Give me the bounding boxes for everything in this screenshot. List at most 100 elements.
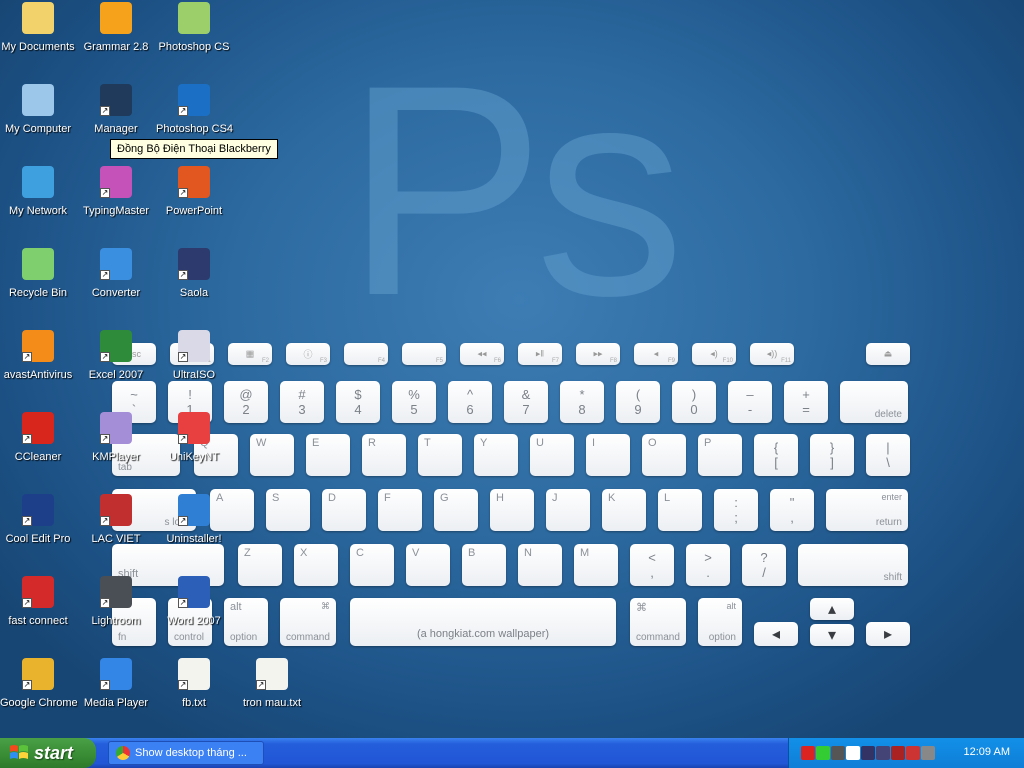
desktop-icon-label: Recycle Bin [8,287,68,299]
shortcut-arrow-icon: ↗ [22,680,32,690]
letter-key: U [530,434,574,476]
desktop-icon-tron-mau-txt[interactable]: ↗ tron mau.txt [234,658,310,710]
desktop-icon-label: fb.txt [182,697,206,709]
desktop-icon-fb-txt[interactable]: ↗ fb.txt [156,658,232,710]
symbol-key: ? / [742,544,786,586]
desktop-icon-my-computer[interactable]: My Computer [0,84,76,136]
desktop-icon-my-network[interactable]: My Network [0,166,76,218]
desktop-icon-lightroom[interactable]: ↗ Lightroom [78,576,154,628]
tray-icon[interactable] [861,746,875,760]
arrow-up-icon: ▴ [827,601,837,618]
shortcut-arrow-icon: ↗ [178,106,188,116]
desktop-icon-label: CCleaner [14,451,62,463]
key-top-char: } [829,440,835,455]
key-letter: I [592,437,596,449]
number-key: (9 [616,381,660,423]
desktop-icon-label: Uninstaller! [166,533,222,545]
tray-icon[interactable] [846,746,860,760]
desktop-icon-manager[interactable]: ↗ Manager [78,84,154,136]
desktop-icon-photoshop-cs4[interactable]: ↗ Photoshop CS4 [156,84,233,136]
function-key: ◂ F9 [634,343,678,365]
desktop-icon-cool-edit-pro[interactable]: ↗ Cool Edit Pro [0,494,76,546]
chrome-icon [116,746,130,760]
desktop-icon-fast-connect[interactable]: ↗ fast connect [0,576,76,628]
desktop-icon-typingmaster[interactable]: ↗ TypingMaster [78,166,154,218]
kmplayer-icon: ↗ [100,412,132,444]
tray-icon[interactable] [891,746,905,760]
delete-label: delete [874,409,902,420]
key-top-char: $ [354,387,362,402]
key-top-char: * [579,387,585,402]
start-button[interactable]: start [0,738,96,768]
desktop-icon-label: UniKeyNT [168,451,220,463]
desktop-icon-ccleaner[interactable]: ↗ CCleaner [0,412,76,464]
shortcut-arrow-icon: ↗ [22,352,32,362]
desktop-icon-label: fast connect [8,615,68,627]
key-bottom-char: ] [830,455,834,470]
desktop-icon-converter[interactable]: ↗ Converter [78,248,154,300]
desktop-icon-google-chrome[interactable]: ↗ Google Chrome [0,658,78,710]
converter-icon: ↗ [100,248,132,280]
number-key: + = [784,381,828,423]
letter-key: I [586,434,630,476]
clock[interactable]: 12:09 AM [964,746,1010,758]
key-bottom-char: 6 [466,402,474,417]
desktop-icon-grammar-2-8[interactable]: Grammar 2.8 [78,2,154,54]
desktop-icon-uninstaller[interactable]: ↗ Uninstaller! [156,494,232,546]
desktop-icon-unikeynt[interactable]: ↗ UniKeyNT [156,412,232,464]
function-key: ◂)) F11 [750,343,794,365]
arrow-up-key: ▴ [810,598,854,620]
tray-icon[interactable] [906,746,920,760]
function-key: ▸▸ F8 [576,343,620,365]
key-letter: K [608,492,616,504]
function-key-number: F6 [493,358,501,364]
number-key: ) 0 [672,381,716,423]
key-top-char: " [789,495,795,510]
desktop-icon-label: Google Chrome [0,697,78,709]
key-top-char: – [746,387,754,402]
desktop-icon-my-documents[interactable]: My Documents [0,2,76,54]
tray-icon[interactable] [876,746,890,760]
key-letter: O [648,437,657,449]
desktop-icon-recycle-bin[interactable]: Recycle Bin [0,248,76,300]
command-label: command [286,632,330,643]
key-bottom-char: \ [886,455,890,470]
desktop-icon-saola[interactable]: ↗ Saola [156,248,232,300]
desktop-icon-photoshop-cs[interactable]: Photoshop CS [156,2,232,54]
desktop-icon-avastantivirus[interactable]: ↗ avastAntivirus [0,330,76,382]
tray-icon[interactable] [831,746,845,760]
taskbar-button-chrome[interactable]: Show desktop tháng ... [108,741,264,765]
desktop-icon-kmplayer[interactable]: ↗ KMPlayer [78,412,154,464]
desktop-icon-label: avastAntivirus [3,369,73,381]
arrow-right-key: ▸ [866,622,910,646]
desktop-icon-label: My Network [8,205,68,217]
shortcut-arrow-icon: ↗ [100,680,110,690]
tray-icon[interactable] [801,746,815,760]
tray-icon[interactable] [921,746,935,760]
alt-label: alt [726,601,736,611]
key-bottom-char: 5 [410,402,418,417]
key-letter: X [300,547,308,559]
desktop-icon-word-2007[interactable]: ↗ Word 2007 [156,576,232,628]
desktop-icon-label: Grammar 2.8 [83,41,149,53]
key-letter: G [440,492,449,504]
desktop-icon-lac-viet[interactable]: ↗ LAC VIET [78,494,154,546]
key-bottom-char: - [747,402,753,417]
symbol-key: {[ [754,434,798,476]
option-label: option [230,632,258,643]
desktop-icon-label: My Computer [4,123,72,135]
recycle-bin-icon [22,248,54,280]
desktop-icon-ultraiso[interactable]: ↗ UltraISO [156,330,232,382]
desktop-icon-powerpoint[interactable]: ↗ PowerPoint [156,166,232,218]
text-file-icon: ↗ [256,658,288,690]
letter-key: B [462,544,506,586]
desktop-icon-excel-2007[interactable]: ↗ Excel 2007 [78,330,154,382]
function-key-number: F8 [609,358,617,364]
desktop-icon-label: TypingMaster [82,205,150,217]
shortcut-arrow-icon: ↗ [256,680,266,690]
blackberry-icon: ↗ [100,84,132,116]
tray-icon[interactable] [816,746,830,760]
number-key: * 8 [560,381,604,423]
key-letter: B [468,547,476,559]
desktop-icon-media-player[interactable]: ↗ Media Player [78,658,154,710]
